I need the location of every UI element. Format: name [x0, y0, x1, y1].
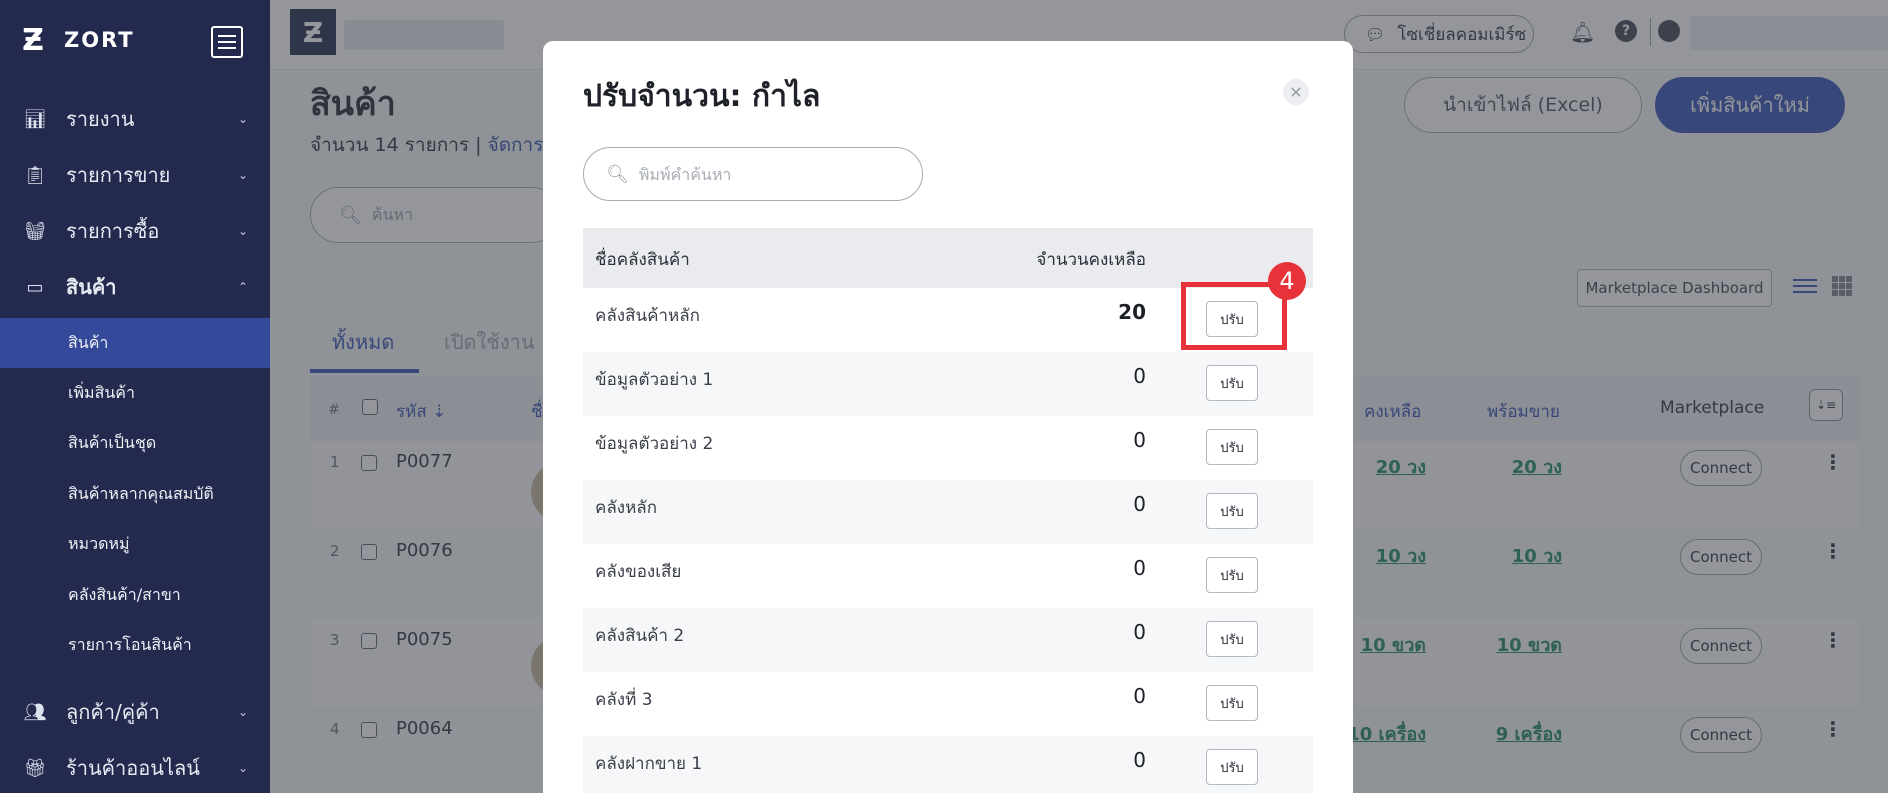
- warehouse-search-input[interactable]: [638, 164, 899, 184]
- sidebar-item-label: ร้านค้าออนไลน์: [66, 756, 200, 780]
- modal-title: ปรับจำนวน: กำไล: [583, 79, 821, 114]
- warehouse-row: ข้อมูลตัวอย่าง 1 0 ปรับ: [583, 352, 1313, 416]
- warehouse-row: คลังฝากขาย 1 0 ปรับ: [583, 736, 1313, 793]
- warehouse-name: คลังของเสีย: [595, 562, 682, 582]
- warehouse-name: คลังหลัก: [595, 498, 658, 518]
- warehouse-qty: 0: [1133, 620, 1146, 644]
- sidebar-item-label: สินค้า: [66, 275, 117, 299]
- adjust-button[interactable]: ปรับ: [1206, 749, 1258, 785]
- chevron-down-icon: ⌄: [238, 705, 249, 719]
- sidebar: Ƶ ZORT 📊︎ รายงาน ⌄ 📋︎ รายการขาย ⌄ 🧺︎ ราย…: [0, 0, 270, 793]
- warehouse-row: คลังสินค้า 2 0 ปรับ: [583, 608, 1313, 672]
- adjust-button[interactable]: ปรับ: [1206, 493, 1258, 529]
- sidebar-subitem-transfers[interactable]: รายการโอนสินค้า: [0, 620, 270, 670]
- sidebar-subitem-categories[interactable]: หมวดหมู่: [0, 519, 270, 569]
- warehouse-row: คลังหลัก 0 ปรับ: [583, 480, 1313, 544]
- adjust-quantity-modal: ปรับจำนวน: กำไล ✕ 🔍︎ ชื่อคลังสินค้า จำนว…: [543, 41, 1353, 793]
- sidebar-item-products[interactable]: ▭ สินค้า ⌃: [0, 265, 270, 309]
- box-icon: ▭: [26, 276, 44, 298]
- search-icon: 🔍︎: [606, 163, 629, 185]
- warehouse-name: คลังสินค้าหลัก: [595, 306, 700, 326]
- warehouse-name: คลังที่ 3: [595, 690, 653, 710]
- sidebar-item-label: รายการซื้อ: [66, 219, 160, 243]
- chevron-up-icon: ⌃: [238, 280, 249, 294]
- sidebar-item-label: ลูกค้า/คู่ค้า: [66, 700, 160, 724]
- warehouse-row: คลังที่ 3 0 ปรับ: [583, 672, 1313, 736]
- warehouse-qty: 0: [1133, 364, 1146, 388]
- sidebar-item-label: รายการขาย: [66, 163, 171, 187]
- brand-name: ZORT: [64, 28, 135, 52]
- chevron-down-icon: ⌄: [238, 168, 249, 182]
- warehouse-name: คลังสินค้า 2: [595, 626, 685, 646]
- warehouse-qty: 0: [1133, 684, 1146, 708]
- adjust-button[interactable]: ปรับ: [1206, 557, 1258, 593]
- warehouse-row: ข้อมูลตัวอย่าง 2 0 ปรับ: [583, 416, 1313, 480]
- adjust-button[interactable]: ปรับ: [1206, 685, 1258, 721]
- zort-logo-icon: Ƶ: [22, 22, 44, 58]
- chevron-down-icon: ⌄: [238, 112, 249, 126]
- sidebar-item-reports[interactable]: 📊︎ รายงาน ⌄: [0, 97, 270, 141]
- adjust-button[interactable]: ปรับ: [1206, 621, 1258, 657]
- chevron-down-icon: ⌄: [238, 224, 249, 238]
- sidebar-item-contacts[interactable]: 👥︎ ลูกค้า/คู่ค้า ⌄: [0, 690, 270, 734]
- warehouse-name: คลังฝากขาย 1: [595, 754, 703, 774]
- users-icon: 👥︎: [23, 701, 47, 723]
- sidebar-item-label: รายงาน: [66, 107, 135, 131]
- clipboard-icon: 📋︎: [23, 164, 47, 186]
- sidebar-item-online-store[interactable]: 🎁︎ ร้านค้าออนไลน์ ⌄: [0, 746, 270, 790]
- warehouse-name: ข้อมูลตัวอย่าง 2: [595, 434, 714, 454]
- chart-icon: 📊︎: [23, 108, 47, 130]
- warehouse-row: คลังของเสีย 0 ปรับ: [583, 544, 1313, 608]
- warehouse-table-header: ชื่อคลังสินค้า จำนวนคงเหลือ: [583, 228, 1313, 288]
- warehouse-search-field[interactable]: 🔍︎: [583, 147, 923, 201]
- sidebar-subitem-warehouses[interactable]: คลังสินค้า/สาขา: [0, 570, 270, 620]
- col-remaining-qty: จำนวนคงเหลือ: [1036, 250, 1146, 270]
- warehouse-qty: 20: [1118, 300, 1146, 324]
- sidebar-subitem-variants[interactable]: สินค้าหลากคุณสมบัติ: [0, 469, 270, 519]
- sidebar-item-sales[interactable]: 📋︎ รายการขาย ⌄: [0, 153, 270, 197]
- warehouse-qty: 0: [1133, 428, 1146, 452]
- step-badge: 4: [1268, 262, 1306, 300]
- col-warehouse-name: ชื่อคลังสินค้า: [595, 250, 690, 270]
- sidebar-subitem-products[interactable]: สินค้า: [0, 318, 270, 368]
- basket-icon: 🧺︎: [23, 220, 47, 242]
- close-icon[interactable]: ✕: [1283, 79, 1309, 105]
- sidebar-subitem-add-product[interactable]: เพิ่มสินค้า: [0, 368, 270, 418]
- adjust-button[interactable]: ปรับ: [1206, 429, 1258, 465]
- warehouse-name: ข้อมูลตัวอย่าง 1: [595, 370, 714, 390]
- store-icon: 🎁︎: [23, 757, 47, 779]
- sidebar-item-purchases[interactable]: 🧺︎ รายการซื้อ ⌄: [0, 209, 270, 253]
- sidebar-subitem-bundles[interactable]: สินค้าเป็นชุด: [0, 418, 270, 468]
- chevron-down-icon: ⌄: [238, 761, 249, 775]
- warehouse-qty: 0: [1133, 748, 1146, 772]
- warehouse-qty: 0: [1133, 556, 1146, 580]
- warehouse-qty: 0: [1133, 492, 1146, 516]
- adjust-button[interactable]: ปรับ: [1206, 365, 1258, 401]
- menu-toggle-icon[interactable]: [211, 26, 243, 58]
